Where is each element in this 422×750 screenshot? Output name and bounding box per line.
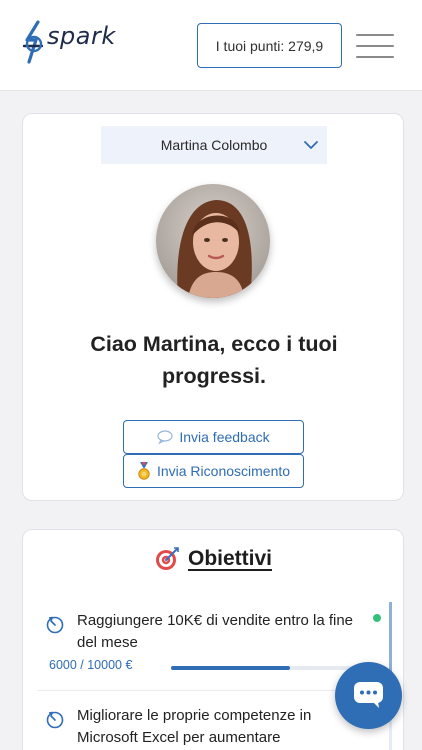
objectives-heading: Obiettivi: [23, 546, 403, 572]
objective-text: Raggiungere 10K€ di vendite entro la fin…: [77, 612, 354, 651]
objective-item[interactable]: Raggiungere 10K€ di vendite entro la fin…: [37, 602, 381, 680]
objective-item[interactable]: Migliorare le proprie competenze in Micr…: [37, 697, 377, 749]
points-button[interactable]: I tuoi punti: 279,9: [197, 23, 342, 68]
app-header: spark I tuoi punti: 279,9: [0, 0, 422, 91]
status-dot: [373, 614, 381, 622]
send-feedback-label: Invia feedback: [179, 429, 270, 445]
divider: [37, 690, 377, 691]
objective-text: Migliorare le proprie competenze in Micr…: [77, 707, 312, 746]
chat-icon: [354, 682, 383, 708]
logo-wordmark: spark: [47, 22, 116, 50]
spark-logo[interactable]: spark: [22, 20, 132, 64]
chat-button[interactable]: [335, 662, 402, 729]
hamburger-menu-icon: [356, 34, 394, 36]
objectives-title: Obiettivi: [187, 547, 272, 570]
send-recognition-label: Invia Riconoscimento: [156, 463, 291, 479]
selected-user-name: Martina Colombo: [160, 137, 268, 153]
timer-icon: [46, 711, 64, 729]
target-icon: [155, 547, 179, 570]
objectives-list[interactable]: Raggiungere 10K€ di vendite entro la fin…: [37, 602, 390, 750]
hamburger-menu-button[interactable]: [356, 32, 394, 60]
avatar: [156, 184, 270, 298]
send-feedback-button[interactable]: Invia feedback: [123, 420, 304, 454]
send-recognition-button[interactable]: Invia Riconoscimento: [123, 454, 304, 488]
objective-progress: 6000 / 10000 €: [49, 658, 377, 680]
spark-logo-icon: [22, 20, 44, 64]
speech-bubble-icon: [157, 430, 173, 444]
chevron-down-icon: [304, 141, 318, 149]
timer-icon: [46, 616, 64, 634]
greeting-heading: Ciao Martina, ecco i tuoi progressi.: [90, 332, 338, 388]
hamburger-line: [356, 45, 394, 47]
profile-card: Martina Colombo Ciao Martina, ecco i tuo…: [22, 113, 404, 501]
hamburger-line: [356, 56, 394, 58]
user-select[interactable]: Martina Colombo: [101, 126, 327, 164]
progress-label: 6000 / 10000 €: [49, 658, 133, 672]
medal-icon: [138, 462, 150, 480]
progress-bar-fill: [171, 666, 291, 670]
